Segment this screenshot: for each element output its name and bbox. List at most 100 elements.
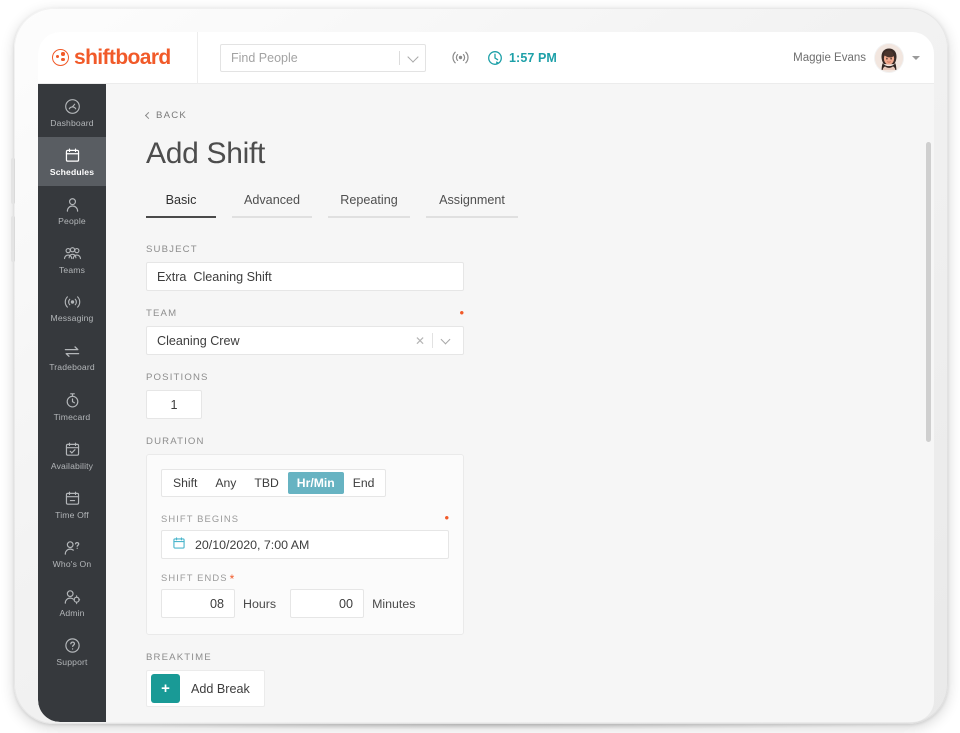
tab-advanced[interactable]: Advanced <box>232 193 312 218</box>
search-divider <box>399 50 400 65</box>
subject-field-group: SUBJECT <box>146 244 934 291</box>
segment-shift[interactable]: Shift <box>164 472 206 494</box>
sidebar-item-support[interactable]: Support <box>38 627 106 676</box>
stopwatch-icon <box>64 392 81 409</box>
scrollbar-track[interactable] <box>926 142 931 722</box>
shift-begins-value: 20/10/2020, 7:00 AM <box>195 537 310 552</box>
positions-field-group: POSITIONS <box>146 372 934 419</box>
brand-logo[interactable]: shiftboard <box>38 32 198 84</box>
chevron-down-icon[interactable] <box>440 334 451 344</box>
calendar-off-icon <box>64 490 81 507</box>
tab-label: Assignment <box>439 193 505 207</box>
subject-label: SUBJECT <box>146 244 198 255</box>
shift-ends-hours-input[interactable] <box>161 589 235 618</box>
required-marker: * <box>229 572 235 586</box>
tab-assignment[interactable]: Assignment <box>426 193 518 218</box>
required-marker: • <box>444 510 449 525</box>
sidebar-item-label: Availability <box>50 460 94 471</box>
find-people-search <box>220 43 426 72</box>
team-select[interactable]: Cleaning Crew ✕ <box>146 326 464 355</box>
broadcast-antenna-icon[interactable] <box>452 50 469 65</box>
breaktime-field-group: BREAKTIME + Add Break <box>146 652 934 707</box>
duration-card: Shift Any TBD Hr/Min End SHIFT BEGINS • <box>146 454 464 635</box>
caret-down-icon[interactable] <box>912 55 920 60</box>
question-circle-icon <box>64 637 81 654</box>
duration-label: DURATION <box>146 436 205 447</box>
exchange-icon <box>63 344 81 359</box>
segment-hr-min[interactable]: Hr/Min <box>287 472 344 494</box>
segment-any[interactable]: Any <box>206 472 245 494</box>
tab-label: Advanced <box>243 193 300 207</box>
sidebar-item-label: Time Off <box>55 509 89 520</box>
search-input[interactable] <box>220 43 426 72</box>
positions-label: POSITIONS <box>146 372 209 383</box>
hours-unit-label: Hours <box>243 596 277 611</box>
sidebar-item-label: Admin <box>59 607 85 618</box>
sidebar-nav: Dashboard Schedules People Teams Messagi… <box>38 84 106 722</box>
sidebar-item-timecard[interactable]: Timecard <box>38 382 106 431</box>
sidebar-item-label: Timecard <box>53 411 91 422</box>
page-title: Add Shift <box>146 137 266 170</box>
person-query-icon <box>63 539 81 556</box>
sidebar-item-tradeboard[interactable]: Tradeboard <box>38 333 106 382</box>
shift-begins-datetime-field[interactable]: 20/10/2020, 7:00 AM <box>161 530 449 559</box>
clock-time-label: 1:57 PM <box>509 50 557 65</box>
sidebar-item-messaging[interactable]: Messaging <box>38 284 106 333</box>
person-icon <box>64 196 81 213</box>
close-icon[interactable]: ✕ <box>408 334 432 348</box>
tablet-screen: shiftboard 1:57 PM <box>38 32 934 722</box>
current-time-display[interactable]: 1:57 PM <box>487 50 557 66</box>
sidebar-item-label: Who's On <box>52 558 92 569</box>
sidebar-item-dashboard[interactable]: Dashboard <box>38 88 106 137</box>
add-break-label: Add Break <box>191 681 250 696</box>
sidebar-item-whos-on[interactable]: Who's On <box>38 529 106 578</box>
user-menu[interactable]: Maggie Evans <box>793 32 934 84</box>
shift-ends-minutes-input[interactable] <box>290 589 365 618</box>
sidebar-item-label: Tradeboard <box>49 361 95 372</box>
sidebar-item-admin[interactable]: Admin <box>38 578 106 627</box>
tab-basic[interactable]: Basic <box>146 193 216 218</box>
back-link[interactable]: BACK <box>144 110 934 121</box>
scrollbar-thumb[interactable] <box>926 142 931 442</box>
shift-begins-label: SHIFT BEGINS <box>161 513 240 524</box>
sidebar-item-label: Teams <box>58 264 86 275</box>
team-selected-value: Cleaning Crew <box>157 333 240 348</box>
sidebar-item-schedules[interactable]: Schedules <box>38 137 106 186</box>
tab-label: Basic <box>165 193 197 207</box>
teams-icon <box>63 245 82 262</box>
shiftboard-dots-logo-icon <box>52 49 69 66</box>
calendar-check-icon <box>64 441 81 458</box>
breaktime-label: BREAKTIME <box>146 652 212 663</box>
sidebar-item-label: Messaging <box>50 313 94 323</box>
duration-field-group: DURATION Shift Any TBD Hr/Min End SHIFT … <box>146 436 934 635</box>
app-header: shiftboard 1:57 PM <box>38 32 934 84</box>
calendar-icon <box>172 536 186 553</box>
tab-bar: Basic Advanced Repeating Assignment <box>146 193 934 218</box>
sidebar-item-people[interactable]: People <box>38 186 106 235</box>
add-break-button[interactable]: + Add Break <box>146 670 265 707</box>
device-volume-button-2 <box>11 216 15 262</box>
duration-segmented-control: Shift Any TBD Hr/Min End <box>161 469 387 497</box>
user-name-label: Maggie Evans <box>793 51 866 64</box>
positions-input[interactable] <box>146 390 202 419</box>
team-field-group: TEAM • Cleaning Crew ✕ <box>146 306 934 355</box>
clock-icon <box>488 50 502 65</box>
sidebar-item-teams[interactable]: Teams <box>38 235 106 284</box>
subject-input[interactable] <box>146 262 464 291</box>
sidebar-item-availability[interactable]: Availability <box>38 431 106 480</box>
segment-end[interactable]: End <box>344 472 384 494</box>
device-volume-button <box>11 158 15 204</box>
team-label: TEAM <box>146 308 178 319</box>
shift-ends-label: SHIFT ENDS <box>161 572 228 583</box>
avatar[interactable] <box>875 43 903 72</box>
sidebar-item-time-off[interactable]: Time Off <box>38 480 106 529</box>
plus-icon: + <box>151 674 180 703</box>
dashboard-icon <box>64 98 81 115</box>
tablet-device-frame: shiftboard 1:57 PM <box>11 8 948 724</box>
tab-repeating[interactable]: Repeating <box>328 193 410 218</box>
sidebar-item-label: Schedules <box>49 166 95 177</box>
brand-name: shiftboard <box>74 45 171 69</box>
segment-tbd[interactable]: TBD <box>245 472 287 494</box>
calendar-icon <box>64 147 81 164</box>
select-divider <box>432 333 433 348</box>
